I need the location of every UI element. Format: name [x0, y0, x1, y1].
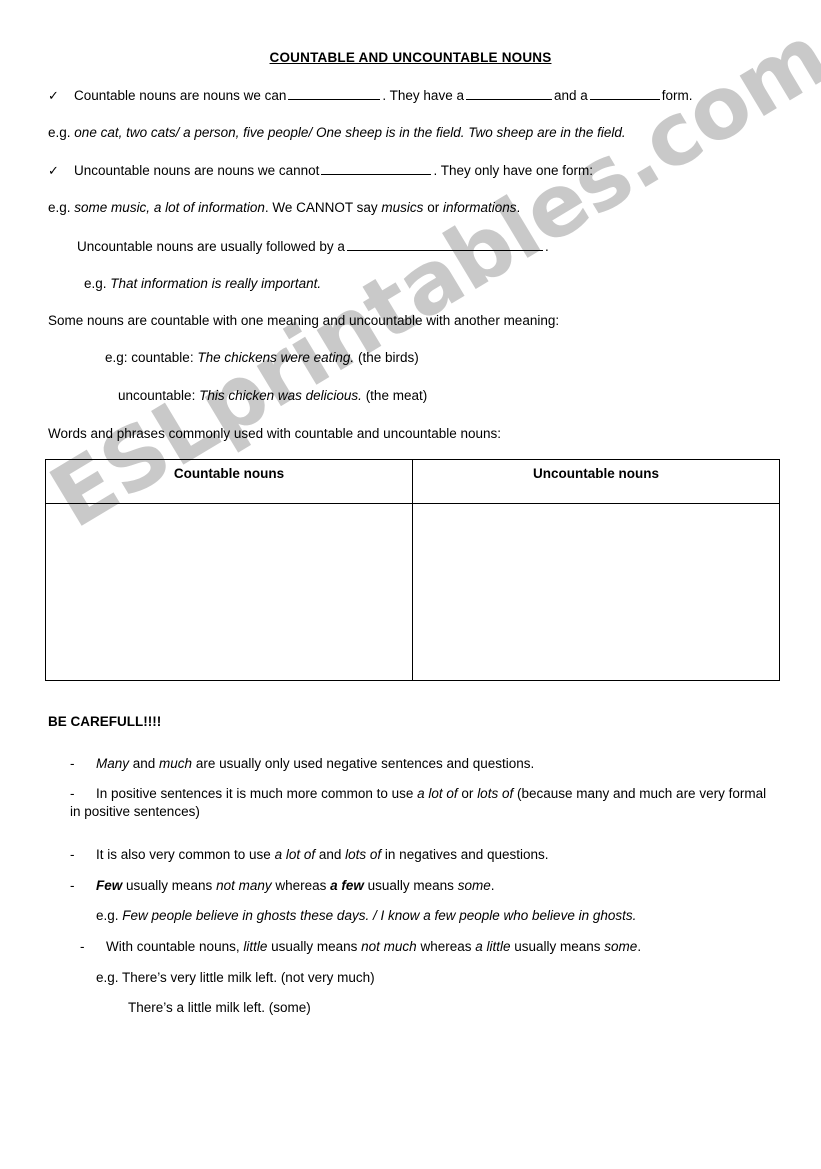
worksheet-content: COUNTABLE AND UNCOUNTABLE NOUNS ✓ Countab…: [0, 0, 821, 1015]
countable-example-label: e.g.: [48, 125, 71, 140]
dash-bullet-icon-4: -: [70, 878, 75, 893]
countable-example-line: e.g. one cat, two cats/ a person, five p…: [48, 124, 626, 142]
page-title: COUNTABLE AND UNCOUNTABLE NOUNS: [269, 50, 552, 65]
countable-example-text: one cat, two cats/ a person, five people…: [74, 125, 626, 140]
uncountable-followed-end: .: [544, 239, 549, 254]
countable-rule-part1: Countable nouns are nouns we can: [74, 88, 287, 103]
both-countable-gloss: (the birds): [357, 350, 419, 365]
dash-bullet-icon-3: -: [70, 847, 75, 862]
uncountable-example-italic: some music, a lot of information: [74, 200, 265, 215]
check-mark-icon-2: ✓: [48, 163, 59, 178]
careful-item-negatives: - It is also very common to use a lot of …: [70, 846, 770, 864]
uncountable-followed-line: Uncountable nouns are usually followed b…: [77, 237, 549, 256]
countable-uncountable-table: Countable nouns Uncountable nouns: [45, 459, 780, 681]
few-example-label: e.g.: [96, 908, 119, 923]
countable-rule-part4: form.: [661, 88, 693, 103]
table-header-row: Countable nouns Uncountable nouns: [45, 459, 780, 504]
dash-bullet-icon-2: -: [70, 786, 75, 801]
blank-field-2[interactable]: [465, 86, 552, 100]
check-mark-icon: ✓: [48, 88, 59, 103]
uncountable-example-italic2: musics: [381, 200, 424, 215]
uncountable-sub-example-line: e.g. That information is really importan…: [84, 275, 321, 293]
countable-rule-line: ✓ Countable nouns are nouns we can . They …: [48, 86, 693, 105]
careful-item-little-text: With countable nouns, little usually mea…: [106, 939, 642, 954]
uncountable-example-mid: . We CANNOT say: [264, 200, 378, 215]
uncountable-rule-part2: . They only have one form:: [433, 163, 594, 178]
little-example-line-1: e.g. There’s very little milk left. (not…: [96, 970, 375, 985]
uncountable-example-label: e.g.: [48, 200, 71, 215]
both-countable-example: e.g: countable: The chickens were eating…: [105, 349, 419, 367]
uncountable-example-or: or: [427, 200, 440, 215]
few-example-text: Few people believe in ghosts these days.…: [122, 908, 637, 923]
careful-item-few-text: Few usually means not many whereas a few…: [96, 878, 495, 893]
table-header-countable: Countable nouns: [45, 459, 413, 504]
few-example-line: e.g. Few people believe in ghosts these …: [96, 907, 636, 925]
blank-field-5[interactable]: [346, 237, 543, 251]
uncountable-rule-line: ✓ Uncountable nouns are nouns we cannot . …: [48, 161, 593, 180]
careful-item-little: - With countable nouns, little usually me…: [80, 938, 780, 956]
uncountable-example-end: .: [516, 200, 521, 215]
uncountable-sub-example-label: e.g.: [84, 276, 107, 291]
dash-bullet-icon-5: -: [80, 939, 85, 954]
uncountable-followed-text: Uncountable nouns are usually followed b…: [77, 239, 345, 254]
careful-item-positive-text: In positive sentences it is much more co…: [70, 786, 767, 820]
table-cell-uncountable-answers[interactable]: [412, 503, 780, 681]
both-meanings-intro: Some nouns are countable with one meanin…: [48, 313, 560, 328]
uncountable-example-italic3: informations: [442, 200, 517, 215]
both-countable-label: e.g: countable:: [105, 350, 194, 365]
both-countable-italic: The chickens were eating.: [197, 350, 355, 365]
blank-field-3[interactable]: [589, 86, 660, 100]
careful-item-many-much: - Many and much are usually only used neg…: [70, 755, 770, 773]
both-uncountable-example: uncountable: This chicken was delicious.…: [118, 387, 427, 405]
table-row: [45, 503, 780, 681]
table-intro-text: Words and phrases commonly used with cou…: [48, 426, 502, 441]
careful-item-negatives-text: It is also very common to use a lot of a…: [96, 847, 549, 862]
blank-field-4[interactable]: [321, 161, 432, 175]
dash-bullet-icon: -: [70, 756, 75, 771]
uncountable-sub-example-text: That information is really important.: [110, 276, 322, 291]
blank-field-1[interactable]: [288, 86, 381, 100]
both-uncountable-label: uncountable:: [118, 388, 196, 403]
countable-rule-part2: . They have a: [382, 88, 464, 103]
uncountable-rule-part1: Uncountable nouns are nouns we cannot: [74, 163, 320, 178]
careful-item-positive: - In positive sentences it is much more c…: [70, 785, 770, 821]
uncountable-example-line: e.g. some music, a lot of information. W…: [48, 199, 520, 217]
careful-item-many-much-text: Many and much are usually only used nega…: [96, 756, 535, 771]
countable-rule-part3: and a: [553, 88, 588, 103]
careful-item-few: - Few usually means not many whereas a fe…: [70, 877, 770, 895]
table-cell-countable-answers[interactable]: [45, 503, 413, 681]
both-uncountable-gloss: (the meat): [365, 388, 428, 403]
little-example-line-2: There’s a little milk left. (some): [128, 1000, 311, 1015]
worksheet-page: ESLprintables.com COUNTABLE AND UNCOUNTA…: [0, 0, 821, 1169]
table-header-uncountable: Uncountable nouns: [412, 459, 780, 504]
be-careful-heading: BE CAREFULL!!!!: [48, 714, 162, 729]
both-uncountable-italic: This chicken was delicious.: [199, 388, 362, 403]
